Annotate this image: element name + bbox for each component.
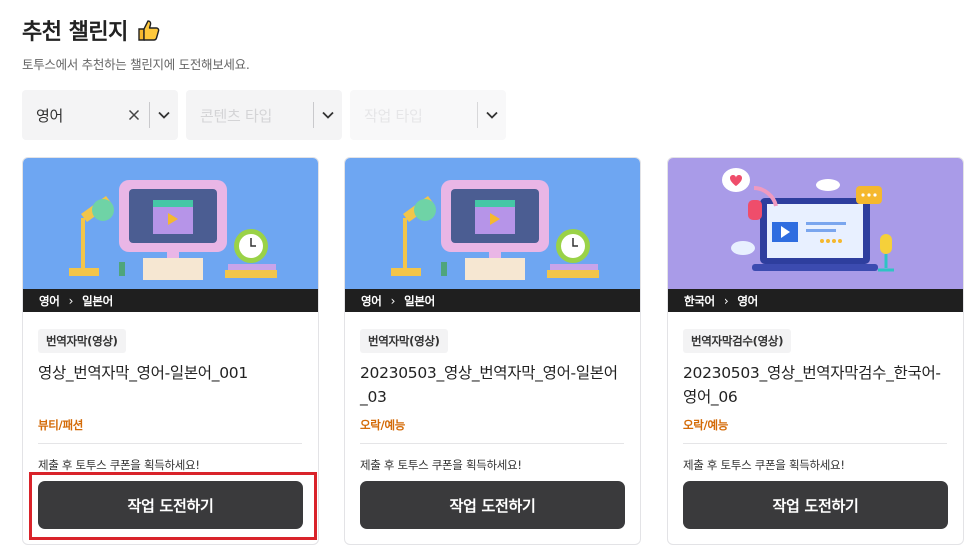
card-divider <box>360 443 624 444</box>
chevron-down-icon[interactable] <box>314 90 342 140</box>
take-challenge-button[interactable]: 작업 도전하기 <box>360 481 625 529</box>
chevron-right-icon: › <box>390 293 396 308</box>
chevron-right-icon: › <box>723 293 729 308</box>
source-language: 영어 <box>361 293 382 308</box>
reward-text: 제출 후 토투스 쿠폰을 획득하세요! <box>683 458 845 472</box>
card-title: 20230503_영상_번역자막검수_한국어-영어_06 <box>683 364 941 406</box>
take-challenge-button[interactable]: 작업 도전하기 <box>683 481 948 529</box>
task-type-filter-placeholder: 작업 타입 <box>364 106 423 125</box>
card-title: 영상_번역자막_영어-일본어_001 <box>38 364 248 382</box>
task-type-filter-select[interactable]: 작업 타입 <box>350 90 506 140</box>
page-title: 추천 챌린지 <box>22 20 128 45</box>
card-category: 뷰티/패션 <box>38 418 84 432</box>
card-illustration <box>345 158 640 289</box>
card-title: 20230503_영상_번역자막_영어-일본어_03 <box>360 364 618 406</box>
language-filter-value: 영어 <box>36 106 64 125</box>
thumbs-up-icon <box>138 20 160 41</box>
card-category: 오락/예능 <box>360 418 406 432</box>
challenge-card[interactable]: 한국어 › 영어 번역자막검수(영상) 20230503_영상_번역자막검수_한… <box>667 157 964 545</box>
chevron-down-icon[interactable] <box>478 90 506 140</box>
challenge-card[interactable]: 영어 › 일본어 번역자막(영상) 20230503_영상_번역자막_영어-일본… <box>344 157 641 545</box>
close-icon[interactable] <box>125 106 143 125</box>
target-language: 일본어 <box>404 293 435 308</box>
content-type-filter-placeholder: 콘텐츠 타입 <box>200 106 272 125</box>
card-divider <box>683 443 947 444</box>
source-language: 영어 <box>39 293 60 308</box>
source-language: 한국어 <box>684 293 715 308</box>
language-filter-select[interactable]: 영어 <box>22 90 178 140</box>
language-path: 한국어 › 영어 <box>668 289 963 312</box>
task-type-tag: 번역자막(영상) <box>38 329 126 353</box>
task-type-tag: 번역자막(영상) <box>360 329 448 353</box>
card-category: 오락/예능 <box>683 418 729 432</box>
card-illustration <box>668 158 963 289</box>
title-row: 추천 챌린지 <box>22 14 162 46</box>
card-divider <box>38 443 302 444</box>
reward-text: 제출 후 토투스 쿠폰을 획득하세요! <box>38 458 200 472</box>
page-subtitle: 토투스에서 추천하는 챌린지에 도전해보세요. <box>22 57 250 72</box>
chevron-down-icon[interactable] <box>150 90 178 140</box>
language-path: 영어 › 일본어 <box>345 289 640 312</box>
card-illustration <box>23 158 318 289</box>
task-type-tag: 번역자막검수(영상) <box>683 329 792 353</box>
reward-text: 제출 후 토투스 쿠폰을 획득하세요! <box>360 458 522 472</box>
target-language: 일본어 <box>82 293 113 308</box>
chevron-right-icon: › <box>68 293 74 308</box>
highlight-box <box>29 472 317 540</box>
content-type-filter-select[interactable]: 콘텐츠 타입 <box>186 90 342 140</box>
language-path: 영어 › 일본어 <box>23 289 318 312</box>
target-language: 영어 <box>737 293 758 308</box>
